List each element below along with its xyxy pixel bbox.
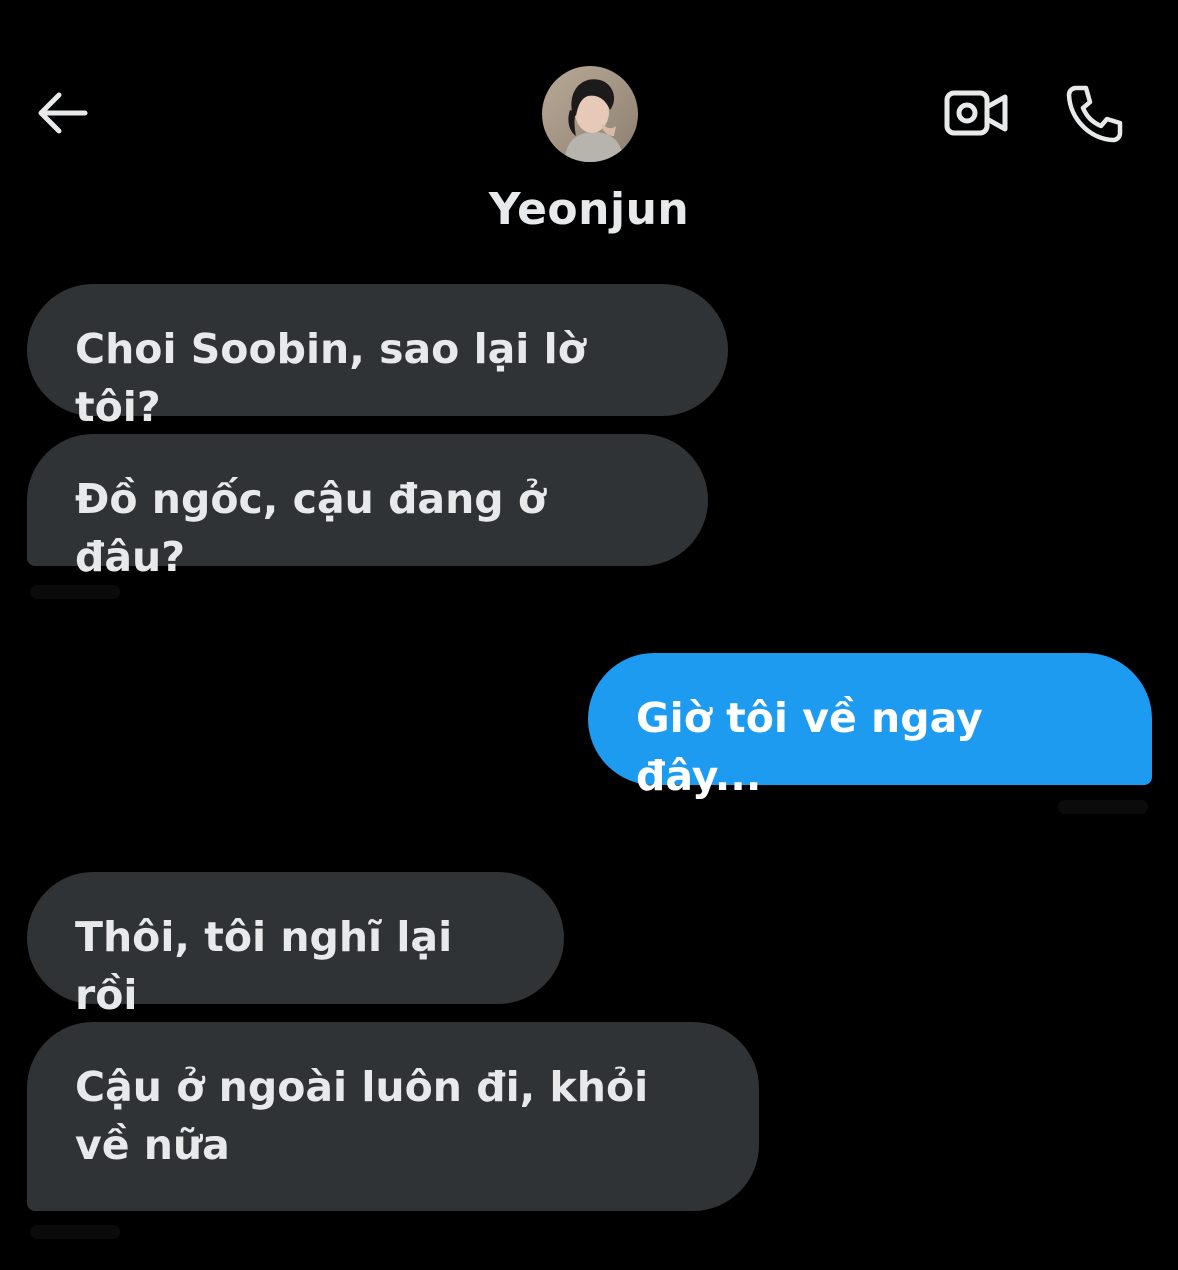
back-button[interactable] [28, 80, 94, 146]
message-bubble-received[interactable]: Cậu ở ngoài luôn đi, khỏi về nữa [27, 1022, 759, 1211]
message-bubble-received[interactable]: Thôi, tôi nghĩ lại rồi [27, 872, 564, 1019]
message-bubble-sent[interactable]: Giờ tôi về ngay đây... [588, 653, 1152, 800]
phone-icon [1066, 85, 1123, 143]
message-timestamp [30, 1225, 120, 1239]
message-bubble-received[interactable]: Đồ ngốc, cậu đang ở đâu? [27, 434, 708, 581]
video-call-button[interactable] [938, 80, 1014, 146]
arrow-left-icon [38, 92, 88, 134]
message-timestamp [1058, 800, 1148, 814]
avatar[interactable] [542, 66, 638, 162]
message-timestamp [30, 585, 120, 599]
voice-call-button[interactable] [1058, 78, 1130, 150]
video-camera-icon [944, 90, 1008, 136]
message-bubble-received[interactable]: Choi Soobin, sao lại lờ tôi? [27, 284, 728, 431]
conversation-header: Yeonjun [0, 0, 1178, 260]
contact-name[interactable]: Yeonjun [0, 180, 1178, 240]
